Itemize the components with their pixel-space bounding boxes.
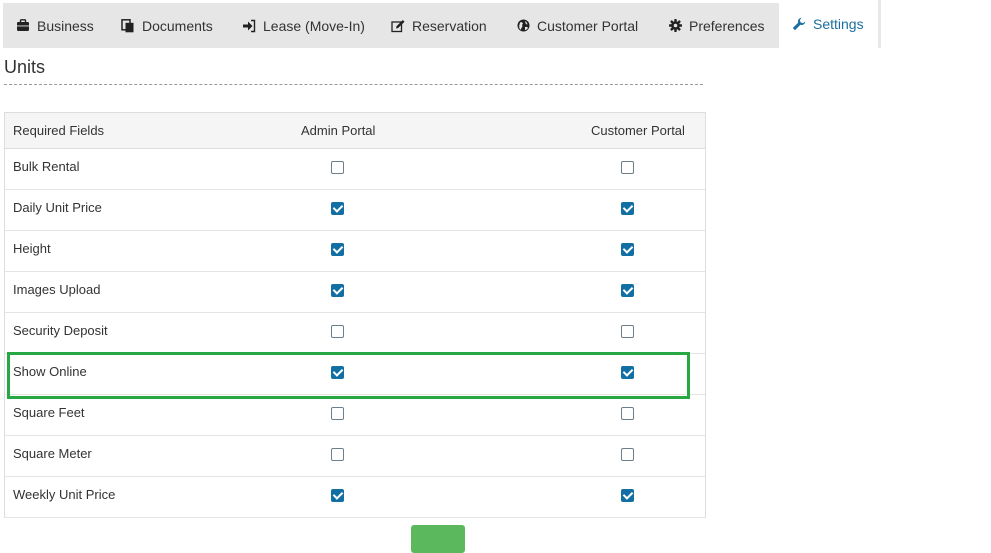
- customer-portal-checkbox[interactable]: [621, 284, 634, 297]
- customer-portal-checkbox[interactable]: [621, 366, 634, 379]
- required-fields-table: Required Fields Admin Portal Customer Po…: [4, 112, 706, 518]
- field-label: Images Upload: [13, 282, 101, 297]
- section-title: Units: [4, 57, 46, 77]
- gear-icon: [668, 19, 682, 33]
- tab-preferences[interactable]: Preferences: [668, 3, 764, 48]
- field-label: Square Feet: [13, 405, 85, 420]
- field-label: Bulk Rental: [13, 159, 80, 174]
- header-customer-portal: Customer Portal: [591, 123, 685, 138]
- field-label: Square Meter: [13, 446, 92, 461]
- table-row: Square Meter: [5, 436, 705, 477]
- field-label: Height: [13, 241, 51, 256]
- wrench-icon: [792, 17, 806, 31]
- tab-lease-move-in[interactable]: Lease (Move-In): [242, 3, 365, 48]
- customer-portal-checkbox[interactable]: [621, 407, 634, 420]
- section-divider: [4, 84, 703, 85]
- globe-icon: [516, 19, 530, 33]
- tab-customer-portal[interactable]: Customer Portal: [516, 3, 638, 48]
- header-admin-portal: Admin Portal: [301, 123, 376, 138]
- tab-documents-label: Documents: [142, 17, 213, 34]
- table-header: Required Fields Admin Portal Customer Po…: [5, 113, 705, 149]
- table-row: Show Online: [5, 354, 705, 395]
- tab-business-label: Business: [37, 17, 94, 34]
- save-button[interactable]: [411, 525, 465, 553]
- table-row: Daily Unit Price: [5, 190, 705, 231]
- tab-settings[interactable]: Settings: [779, 0, 881, 48]
- customer-portal-checkbox[interactable]: [621, 243, 634, 256]
- edit-icon: [391, 19, 405, 33]
- customer-portal-checkbox[interactable]: [621, 161, 634, 174]
- customer-portal-checkbox[interactable]: [621, 202, 634, 215]
- admin-portal-checkbox[interactable]: [331, 284, 344, 297]
- tab-reservation[interactable]: Reservation: [391, 3, 487, 48]
- field-label: Show Online: [13, 364, 87, 379]
- admin-portal-checkbox[interactable]: [331, 161, 344, 174]
- field-label: Security Deposit: [13, 323, 108, 338]
- tab-documents[interactable]: Documents: [121, 3, 213, 48]
- customer-portal-checkbox[interactable]: [621, 448, 634, 461]
- tab-preferences-label: Preferences: [689, 17, 765, 34]
- table-row: Images Upload: [5, 272, 705, 313]
- header-required-fields: Required Fields: [13, 123, 105, 138]
- customer-portal-checkbox[interactable]: [621, 489, 634, 502]
- tab-business[interactable]: Business: [16, 3, 94, 48]
- field-label: Daily Unit Price: [13, 200, 102, 215]
- documents-icon: [121, 18, 135, 33]
- tab-customer-portal-label: Customer Portal: [537, 17, 639, 34]
- admin-portal-checkbox[interactable]: [331, 489, 344, 502]
- tab-reservation-label: Reservation: [412, 17, 487, 34]
- briefcase-icon: [16, 19, 30, 33]
- table-row: Square Feet: [5, 395, 705, 436]
- field-label: Weekly Unit Price: [13, 487, 116, 502]
- table-row: Weekly Unit Price: [5, 477, 705, 518]
- table-row: Security Deposit: [5, 313, 705, 354]
- sign-in-icon: [242, 19, 256, 33]
- admin-portal-checkbox[interactable]: [331, 448, 344, 461]
- admin-portal-checkbox[interactable]: [331, 202, 344, 215]
- tab-lease-label: Lease (Move-In): [263, 17, 365, 34]
- customer-portal-checkbox[interactable]: [621, 325, 634, 338]
- admin-portal-checkbox[interactable]: [331, 366, 344, 379]
- table-row: Bulk Rental: [5, 149, 705, 190]
- admin-portal-checkbox[interactable]: [331, 325, 344, 338]
- admin-portal-checkbox[interactable]: [331, 407, 344, 420]
- tab-settings-label: Settings: [813, 16, 864, 32]
- admin-portal-checkbox[interactable]: [331, 243, 344, 256]
- table-row: Height: [5, 231, 705, 272]
